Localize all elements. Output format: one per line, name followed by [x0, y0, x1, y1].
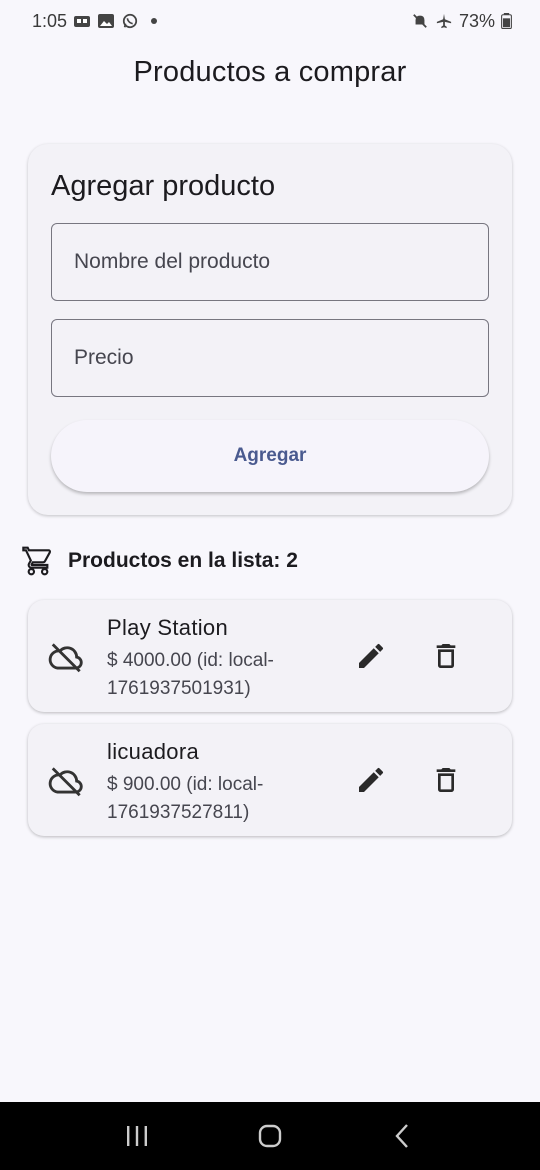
notification-dot	[151, 18, 158, 24]
whatsapp-icon	[122, 13, 138, 29]
battery-icon	[501, 13, 512, 29]
delete-icon[interactable]	[430, 640, 462, 672]
image-icon	[98, 14, 115, 28]
navigation-bar	[0, 1102, 540, 1170]
home-icon	[258, 1124, 282, 1148]
product-name: licuadora	[107, 739, 199, 764]
list-item[interactable]: Play Station $ 4000.00 (id: local-176193…	[28, 600, 512, 712]
airplane-icon	[436, 13, 452, 29]
status-left: 1:05	[32, 10, 158, 32]
back-icon	[395, 1124, 409, 1148]
add-button[interactable]: Agregar	[51, 420, 489, 492]
add-product-card: Agregar producto Nombre del producto Pre…	[28, 144, 512, 515]
link-icon	[74, 16, 91, 27]
form-title: Agregar producto	[51, 170, 276, 202]
recent-apps-button[interactable]	[112, 1116, 162, 1156]
mute-icon	[413, 14, 427, 28]
cloud-off-icon	[48, 643, 83, 673]
product-name: Play Station	[107, 615, 229, 640]
edit-icon[interactable]	[355, 764, 387, 796]
price-placeholder: Precio	[74, 346, 134, 369]
price-field[interactable]: Precio	[51, 319, 489, 397]
product-price-id: $ 900.00 (id: local-1761937527811)	[107, 774, 264, 823]
status-bar: 1:05 73%	[0, 0, 540, 42]
page-title: Productos a comprar	[133, 56, 407, 88]
status-time: 1:05	[32, 10, 68, 31]
edit-icon[interactable]	[355, 640, 387, 672]
status-right: 73%	[411, 11, 512, 32]
list-item[interactable]: licuadora $ 900.00 (id: local-1761937527…	[28, 724, 512, 836]
home-button[interactable]	[245, 1116, 295, 1156]
product-name-placeholder: Nombre del producto	[74, 250, 271, 273]
product-name-field[interactable]: Nombre del producto	[51, 223, 489, 301]
battery-percent: 73%	[458, 10, 495, 31]
list-count: Productos en la lista: 2	[68, 549, 298, 572]
cart-icon	[22, 546, 52, 576]
recent-apps-icon	[126, 1126, 147, 1146]
cloud-off-icon	[48, 767, 83, 797]
delete-icon[interactable]	[430, 764, 462, 796]
screen: 1:05 73% Productos a comprar Agregar pro…	[0, 0, 540, 1170]
list-header: Productos en la lista: 2	[22, 540, 298, 582]
product-price-id: $ 4000.00 (id: local-1761937501931)	[107, 650, 274, 699]
back-button[interactable]	[378, 1116, 428, 1156]
